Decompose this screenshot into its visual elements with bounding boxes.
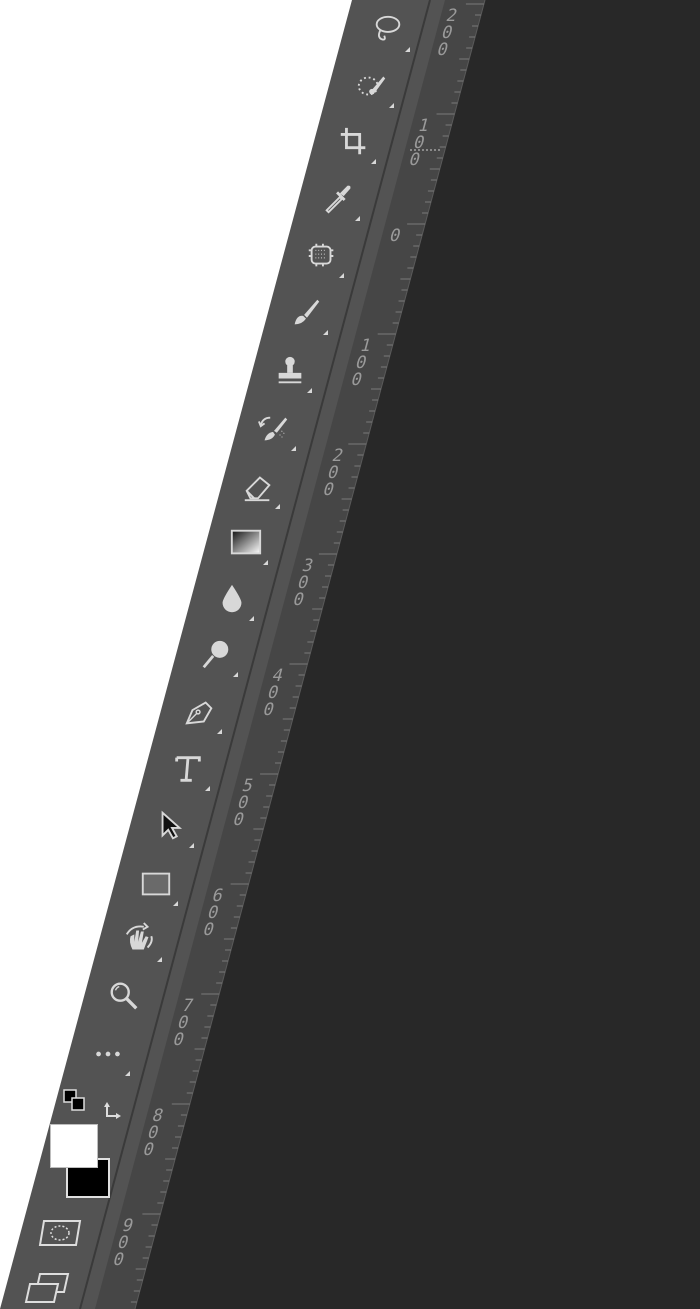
pen-icon	[185, 701, 213, 725]
eraser-tool[interactable]: Eraser Tool	[238, 467, 280, 509]
dodge-tool[interactable]: Dodge Tool	[196, 635, 238, 677]
crop-tool[interactable]: Crop Tool	[334, 122, 376, 164]
tool-flyout-indicator	[125, 1071, 130, 1076]
tool-flyout-indicator	[355, 216, 360, 221]
tool-flyout-indicator	[205, 786, 210, 791]
type-tool[interactable]: Horizontal Type Tool	[168, 749, 210, 791]
tool-flyout-indicator	[275, 504, 280, 509]
eyedropper-tool[interactable]: Eyedropper Tool	[318, 179, 360, 221]
history-brush-tool[interactable]: History Brush Tool	[254, 409, 296, 451]
quick-selection-icon	[357, 76, 386, 96]
type-icon	[175, 756, 201, 782]
arrow-cursor-icon	[161, 810, 183, 840]
gradient-icon	[230, 529, 262, 555]
tool-flyout-indicator	[339, 273, 344, 278]
gradient-tool[interactable]: Gradient Tool	[226, 523, 268, 565]
stamp-icon	[278, 356, 302, 384]
patch-icon	[308, 243, 334, 267]
default-colors-icon	[63, 1089, 85, 1111]
hand-rotate-tool[interactable]: Hand Tool	[120, 920, 162, 962]
drop-icon	[222, 584, 242, 613]
crop-icon	[340, 127, 366, 155]
eraser-icon	[244, 476, 271, 502]
clone-stamp-tool[interactable]: Clone Stamp Tool	[270, 351, 312, 393]
tool-flyout-indicator	[263, 560, 268, 565]
lasso-tool[interactable]: Lasso Tool	[368, 10, 410, 52]
healing-brush-tool[interactable]: Spot Healing Brush Tool	[302, 236, 344, 278]
hand-rotate-icon	[125, 922, 153, 950]
tool-flyout-indicator	[173, 901, 178, 906]
quick-mask-button[interactable]	[38, 1215, 84, 1251]
quick-selection-tool[interactable]: Quick Selection Tool	[352, 66, 394, 108]
history-brush-icon	[258, 416, 288, 441]
eyedropper-icon	[325, 185, 351, 214]
tool-flyout-indicator	[189, 843, 194, 848]
magnifier-icon	[110, 982, 138, 1010]
tool-flyout-indicator	[323, 330, 328, 335]
photoshop-workspace: Lasso Tool Quick Selection Tool Crop Tool E…	[0, 0, 700, 1309]
tool-flyout-indicator	[217, 729, 222, 734]
screen-mode-button[interactable]	[22, 1270, 72, 1306]
tool-flyout-indicator	[307, 388, 312, 393]
quick-mask-icon	[38, 1220, 82, 1246]
swap-colors-button[interactable]	[102, 1096, 128, 1122]
ellipsis-icon	[96, 1051, 120, 1057]
brush-tool[interactable]: Brush Tool	[286, 293, 328, 335]
swap-colors-icon	[104, 1102, 121, 1119]
tool-flyout-indicator	[291, 446, 296, 451]
tool-flyout-indicator	[157, 957, 162, 962]
tool-flyout-indicator	[405, 47, 410, 52]
screen-mode-icon	[24, 1273, 70, 1303]
tool-flyout-indicator	[389, 103, 394, 108]
blur-tool[interactable]: Blur Tool	[212, 579, 254, 621]
rectangle-tool[interactable]: Rectangle Tool	[136, 864, 178, 906]
rectangle-icon	[141, 872, 171, 896]
edit-toolbar[interactable]: Edit Toolbar	[88, 1034, 130, 1076]
tool-flyout-indicator	[249, 616, 254, 621]
brush-icon	[294, 299, 320, 325]
tool-flyout-indicator	[371, 159, 376, 164]
dodge-icon	[202, 640, 229, 669]
path-selection-tool[interactable]: Path Selection Tool	[152, 806, 194, 848]
lasso-icon	[375, 15, 401, 41]
tool-flyout-indicator	[233, 672, 238, 677]
foreground-color-swatch[interactable]	[50, 1124, 98, 1168]
pen-tool[interactable]: Pen Tool	[180, 692, 222, 734]
default-colors-button[interactable]	[62, 1088, 90, 1116]
zoom-tool[interactable]: Zoom Tool	[104, 976, 144, 1016]
